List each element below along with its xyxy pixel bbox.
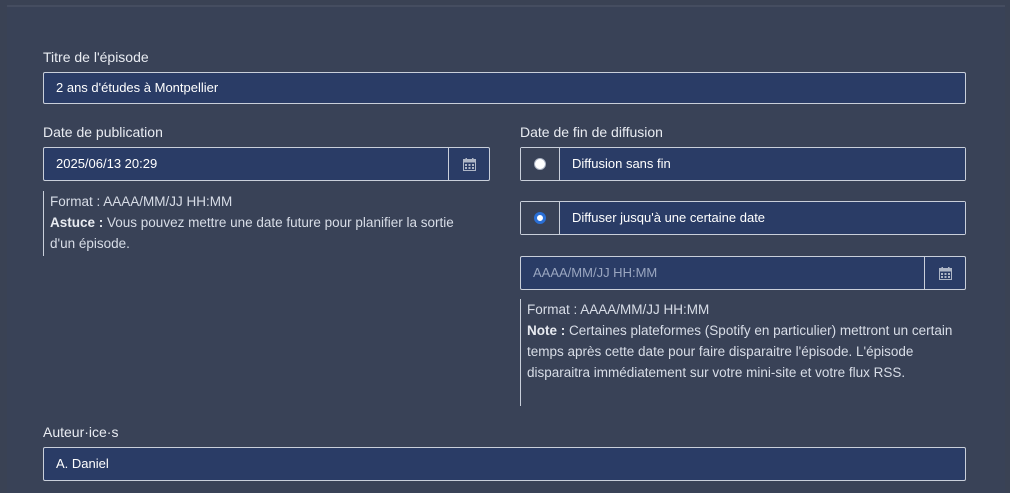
publication-date-group: 2025/06/13 20:29 xyxy=(43,147,490,181)
option-no-end[interactable]: Diffusion sans fin xyxy=(520,147,966,181)
end-date-input[interactable]: AAAA/MM/JJ HH:MM xyxy=(521,257,924,289)
calendar-icon xyxy=(462,157,476,171)
option-until-date-label[interactable]: Diffuser jusqu'à une certaine date xyxy=(560,202,965,234)
radio-cell-until-date xyxy=(521,202,560,234)
episode-title-input[interactable]: 2 ans d'études à Montpellier xyxy=(43,72,966,104)
end-date-calendar-button[interactable] xyxy=(924,257,965,289)
end-date-group: AAAA/MM/JJ HH:MM xyxy=(520,256,966,290)
end-date-label: Date de fin de diffusion xyxy=(520,124,663,140)
publication-date-format-hint: Format : AAAA/MM/JJ HH:MM xyxy=(50,194,233,209)
calendar-icon xyxy=(938,266,952,280)
publication-date-input[interactable]: 2025/06/13 20:29 xyxy=(44,148,448,180)
episode-title-label: Titre de l'épisode xyxy=(43,49,149,65)
radio-cell-no-end xyxy=(521,148,560,180)
tip-label: Astuce : xyxy=(50,215,104,230)
end-date-format-hint: Format : AAAA/MM/JJ HH:MM xyxy=(527,302,710,317)
tip-text: Vous pouvez mettre une date future pour … xyxy=(50,215,454,251)
radio-until-date[interactable] xyxy=(534,212,546,224)
publication-date-help: Format : AAAA/MM/JJ HH:MM Astuce : Vous … xyxy=(43,191,470,256)
note-text: Certaines plateformes (Spotify en partic… xyxy=(527,323,953,380)
option-until-date[interactable]: Diffuser jusqu'à une certaine date xyxy=(520,201,966,235)
publication-date-tip: Astuce : Vous pouvez mettre une date fut… xyxy=(50,212,470,254)
authors-label: Auteur·ice·s xyxy=(43,424,119,440)
end-date-note: Note : Certaines plateformes (Spotify en… xyxy=(527,320,957,383)
radio-no-end[interactable] xyxy=(534,158,546,170)
publication-date-label: Date de publication xyxy=(43,124,163,140)
publication-date-calendar-button[interactable] xyxy=(448,148,489,180)
authors-input[interactable]: A. Daniel xyxy=(43,447,966,481)
note-label: Note : xyxy=(527,323,566,338)
option-no-end-label[interactable]: Diffusion sans fin xyxy=(560,148,965,180)
end-date-help: Format : AAAA/MM/JJ HH:MM Note : Certain… xyxy=(520,299,957,406)
